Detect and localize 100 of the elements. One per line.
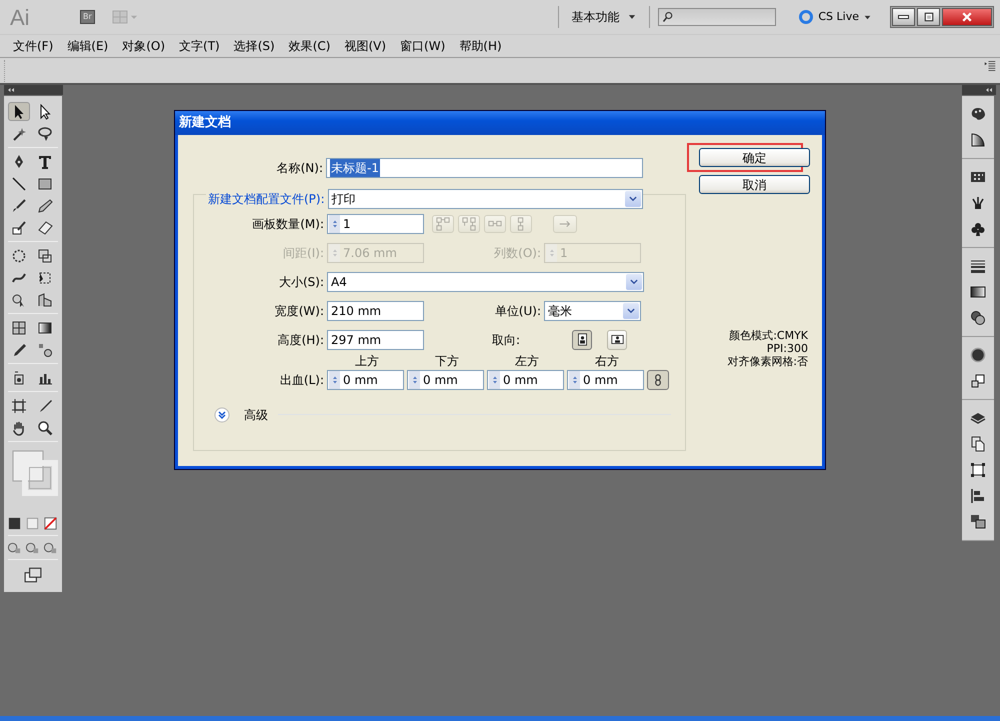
dialog-title: 新建文档 [175, 111, 825, 135]
field-label: 宽度(W): [274, 302, 325, 320]
landscape-page-icon [610, 333, 624, 346]
spacing-field: 7.06 mm [327, 242, 424, 262]
bleed-field[interactable]: 0 mm [567, 370, 644, 390]
stroke-lines-icon[interactable] [970, 258, 986, 274]
cancel-button[interactable]: 取消 [699, 175, 810, 194]
layers-icon[interactable] [970, 410, 986, 426]
magic-wand-icon [11, 126, 27, 142]
height-field[interactable]: 297 mm [327, 330, 424, 350]
column-heading: 左方 [514, 353, 540, 368]
double-arrow-icon [7, 86, 15, 94]
brush-cup-icon[interactable] [970, 195, 986, 211]
field-label: 画板数量(M): [251, 216, 325, 232]
width-field[interactable]: 210 mm [327, 300, 424, 320]
free-transform-icon [37, 270, 53, 286]
bleed-field[interactable]: 0 mm [487, 370, 564, 390]
gradient-square-icon[interactable] [970, 284, 986, 300]
artboard-count-field[interactable]: 1 [327, 214, 424, 234]
bleed-field[interactable]: 0 mm [327, 370, 404, 390]
minimize-icon [898, 15, 909, 19]
panel-menu-icon[interactable] [984, 60, 996, 72]
workspace-switcher[interactable]: 基本功能 [567, 8, 642, 26]
blend-icon [37, 342, 53, 358]
brush-icon [11, 198, 27, 214]
menu-item[interactable]: 选择(S) [228, 37, 284, 55]
eraser-icon [37, 220, 53, 236]
draw-mode-icon[interactable] [7, 540, 22, 555]
transform-box-icon[interactable] [970, 462, 986, 478]
menu-item[interactable]: 视图(V) [339, 37, 396, 55]
orientation-button[interactable] [607, 330, 627, 350]
lasso-icon [37, 126, 53, 142]
menu-item[interactable]: 文字(T) [174, 37, 229, 55]
none-swatch-icon[interactable] [43, 516, 58, 531]
fill-swatch-icon[interactable] [7, 516, 22, 531]
tool-button[interactable] [8, 102, 30, 121]
zoom-icon [37, 420, 53, 436]
expand-button[interactable] [214, 406, 230, 422]
app-logo: Ai [10, 4, 31, 32]
artboard-icon [11, 398, 27, 414]
cs-live-button[interactable]: CS Live [792, 8, 878, 26]
draw-mode-icon[interactable] [25, 540, 40, 555]
caret-icon [626, 306, 636, 316]
column-heading: 下方 [434, 353, 460, 368]
size-dropdown[interactable]: A4 [327, 272, 644, 292]
overlapping-squares-icon[interactable] [970, 373, 986, 389]
columns-field: 1 [544, 242, 641, 262]
minimize-button[interactable] [892, 8, 915, 26]
pencil-icon [37, 198, 53, 214]
stroke-swatch-icon[interactable] [25, 516, 40, 531]
close-button[interactable] [942, 8, 992, 26]
ring-icon[interactable] [970, 347, 986, 363]
stacked-squares-icon[interactable] [970, 514, 986, 530]
section-label: 高级 [244, 406, 268, 424]
menu-item[interactable]: 窗口(W) [395, 37, 454, 55]
align-icon[interactable] [970, 488, 986, 504]
close-icon [960, 11, 974, 23]
screen-mode-icon[interactable] [22, 566, 44, 584]
field-label: 名称(N): [276, 160, 324, 176]
ok-button[interactable]: 确定 [699, 148, 810, 167]
palette-icon[interactable] [970, 106, 986, 122]
field-label: 间距(I): [282, 244, 325, 262]
type-icon [37, 154, 53, 170]
collapse-bar[interactable] [962, 85, 996, 95]
units-dropdown[interactable]: 毫米 [544, 300, 641, 320]
info-text: 颜色模式:CMYK [728, 329, 808, 342]
field-label: 列数(O): [493, 244, 542, 262]
menu-item[interactable]: 帮助(H) [454, 37, 511, 55]
maximize-button[interactable] [917, 8, 940, 26]
menu-item[interactable]: 对象(O) [117, 37, 174, 55]
menu-item[interactable]: 效果(C) [284, 37, 340, 55]
name-field[interactable]: 未标题-1 [326, 158, 643, 178]
overlapping-circles-icon[interactable] [970, 310, 986, 326]
link-button[interactable] [647, 370, 669, 390]
grid-by-column-icon [462, 216, 476, 230]
info-text: 对齐像素网格:否 [726, 355, 808, 368]
double-arrow-icon [985, 86, 993, 94]
rectangle-icon [37, 176, 53, 192]
stacked-pages-icon[interactable] [970, 436, 986, 452]
line-icon [11, 176, 27, 192]
menu-item[interactable]: 编辑(E) [62, 37, 118, 55]
gradient-icon [37, 320, 53, 336]
search-icon [662, 11, 674, 23]
swatch-grid-icon[interactable] [970, 169, 986, 185]
caret-icon [628, 194, 638, 204]
search-field[interactable] [658, 8, 776, 26]
caret-icon [629, 276, 639, 286]
column-heading: 右方 [594, 353, 620, 368]
draw-mode-icon[interactable] [43, 540, 58, 555]
orientation-button[interactable] [572, 330, 592, 350]
club-icon[interactable] [970, 221, 986, 237]
mesh-icon [11, 320, 27, 336]
menu-item[interactable]: 文件(F) [8, 37, 62, 55]
profile-dropdown[interactable]: 打印 [328, 188, 643, 208]
bleed-field[interactable]: 0 mm [407, 370, 484, 390]
portrait-page-icon [576, 333, 588, 346]
maximize-icon [922, 11, 936, 23]
blob-brush-icon [11, 220, 27, 236]
chain-icon [652, 373, 664, 387]
field-label: 取向: [492, 332, 522, 348]
